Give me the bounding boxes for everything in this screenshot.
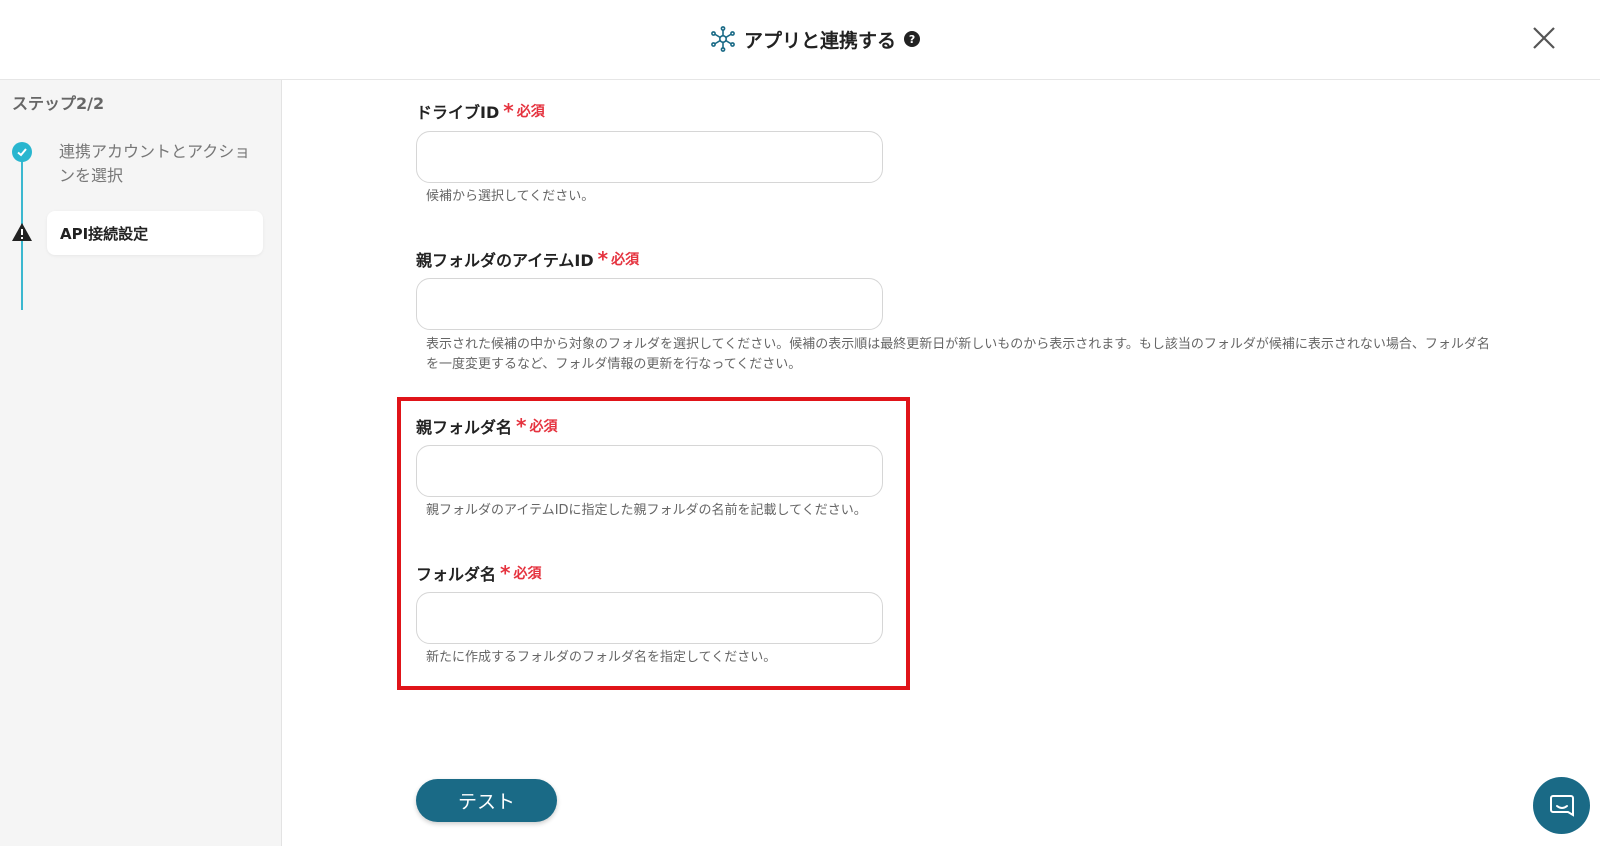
page-title: アプリと連携する: [744, 29, 897, 52]
field-label-text: 親フォルダ名: [416, 418, 513, 437]
modal-header: アプリと連携する ?: [0, 0, 1600, 80]
check-icon: [12, 142, 32, 162]
parent-folder-name-label: 親フォルダ名 * 必須: [416, 414, 557, 438]
drive-id-help: 候補から選択してください。: [426, 189, 595, 204]
highlight-frame: [397, 397, 910, 690]
field-label-text: フォルダ名: [416, 565, 497, 584]
drive-id-label: ドライブID * 必須: [416, 99, 545, 123]
parent-folder-name-input[interactable]: [416, 445, 883, 497]
parent-folder-name-help: 親フォルダのアイテムIDに指定した親フォルダの名前を記載してください。: [426, 503, 867, 518]
parent-folder-id-input[interactable]: [416, 278, 883, 330]
parent-folder-id-label: 親フォルダのアイテムID * 必須: [416, 247, 639, 271]
close-icon[interactable]: [1528, 22, 1560, 54]
required-badge: * 必須: [597, 247, 640, 271]
step-item-api-settings[interactable]: API接続設定: [47, 211, 263, 255]
header-title-group: アプリと連携する ?: [710, 24, 921, 54]
folder-name-input[interactable]: [416, 592, 883, 644]
help-icon[interactable]: ?: [904, 31, 921, 47]
required-badge: * 必須: [516, 414, 558, 438]
field-label-text: 親フォルダのアイテムID: [416, 251, 594, 270]
step-item-label: API接続設定: [60, 224, 149, 243]
network-hub-icon: [711, 26, 735, 52]
folder-name-help: 新たに作成するフォルダのフォルダ名を指定してください。: [426, 650, 777, 665]
parent-folder-id-help: 表示された候補の中から対象のフォルダを選択してください。候補の表示順は最終更新日…: [426, 337, 1490, 372]
required-badge: * 必須: [503, 99, 545, 123]
warning-icon: [12, 223, 32, 241]
field-label-text: ドライブID: [416, 103, 500, 122]
test-button[interactable]: テスト: [416, 779, 557, 822]
folder-name-label: フォルダ名 * 必須: [416, 561, 541, 585]
required-badge: * 必須: [500, 561, 542, 585]
step-sidebar: ステップ2/2 連携アカウントとアクションを選択 API接続設定: [0, 80, 282, 846]
chat-icon: [1549, 794, 1574, 817]
step-item-select-account[interactable]: 連携アカウントとアクションを選択: [59, 140, 254, 188]
drive-id-input[interactable]: [416, 131, 883, 183]
chat-support-button[interactable]: [1533, 777, 1590, 834]
step-heading: ステップ2/2: [12, 94, 105, 113]
